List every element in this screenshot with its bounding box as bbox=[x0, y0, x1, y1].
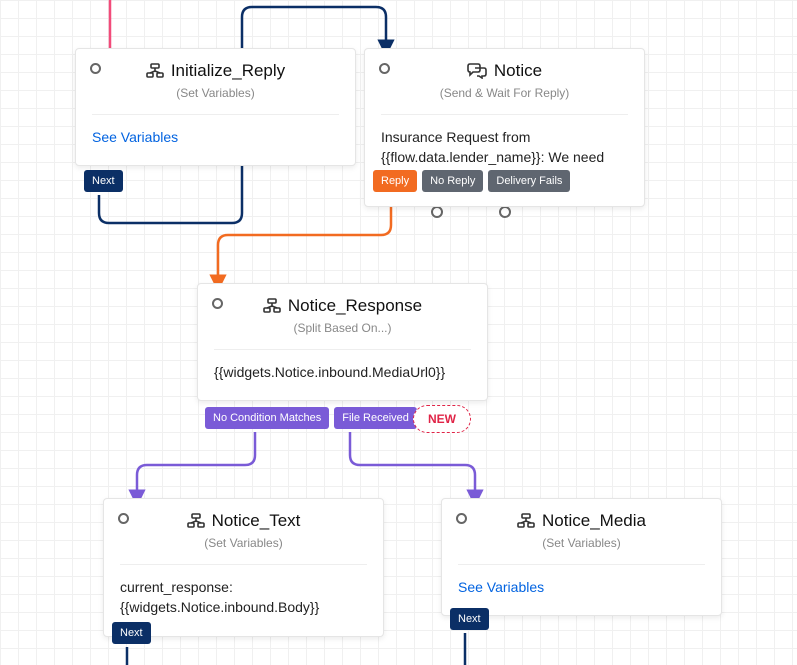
pills-notice-media: Next bbox=[450, 608, 489, 630]
node-notice-text[interactable]: Notice_Text (Set Variables) current_resp… bbox=[103, 498, 384, 637]
node-subtitle: (Set Variables) bbox=[92, 86, 339, 100]
node-body-text: {{widgets.Notice.inbound.MediaUrl0}} bbox=[198, 350, 487, 400]
pills-notice-text: Next bbox=[112, 622, 151, 644]
chat-icon bbox=[467, 63, 487, 79]
node-subtitle: (Set Variables) bbox=[120, 536, 367, 550]
transition-no-reply[interactable]: No Reply bbox=[422, 170, 483, 192]
new-transition-badge[interactable]: NEW bbox=[413, 405, 471, 433]
node-notice-media[interactable]: Notice_Media (Set Variables) See Variabl… bbox=[441, 498, 722, 616]
node-anchor bbox=[90, 63, 101, 74]
node-anchor bbox=[212, 298, 223, 309]
node-title: Initialize_Reply bbox=[92, 61, 339, 81]
node-body-text: Insurance Request from {{flow.data.lende… bbox=[365, 115, 644, 206]
node-title: Notice_Media bbox=[458, 511, 705, 531]
transition-file-received[interactable]: File Received bbox=[334, 407, 417, 429]
pills-notice-response: No Condition Matches File Received bbox=[205, 407, 417, 429]
node-subtitle: (Send & Wait For Reply) bbox=[381, 86, 628, 100]
pills-initialize-reply: Next bbox=[84, 170, 123, 192]
pills-notice: Reply No Reply Delivery Fails bbox=[373, 170, 570, 192]
transition-next[interactable]: Next bbox=[450, 608, 489, 630]
node-subtitle: (Set Variables) bbox=[458, 536, 705, 550]
transition-next[interactable]: Next bbox=[84, 170, 123, 192]
connector-knob[interactable] bbox=[431, 206, 443, 218]
see-variables-link[interactable]: See Variables bbox=[76, 115, 355, 165]
transition-reply[interactable]: Reply bbox=[373, 170, 417, 192]
set-variables-icon bbox=[146, 63, 164, 79]
node-title: Notice bbox=[381, 61, 628, 81]
split-icon bbox=[263, 298, 281, 314]
node-anchor bbox=[379, 63, 390, 74]
node-anchor bbox=[118, 513, 129, 524]
node-title: Notice_Text bbox=[120, 511, 367, 531]
connector-knob[interactable] bbox=[499, 206, 511, 218]
node-subtitle: (Split Based On...) bbox=[214, 321, 471, 335]
set-variables-icon bbox=[187, 513, 205, 529]
transition-next[interactable]: Next bbox=[112, 622, 151, 644]
set-variables-icon bbox=[517, 513, 535, 529]
node-title: Notice_Response bbox=[214, 296, 471, 316]
transition-no-condition-matches[interactable]: No Condition Matches bbox=[205, 407, 329, 429]
node-anchor bbox=[456, 513, 467, 524]
node-initialize-reply[interactable]: Initialize_Reply (Set Variables) See Var… bbox=[75, 48, 356, 166]
transition-delivery-fails[interactable]: Delivery Fails bbox=[488, 170, 570, 192]
node-notice-response[interactable]: Notice_Response (Split Based On...) {{wi… bbox=[197, 283, 488, 401]
